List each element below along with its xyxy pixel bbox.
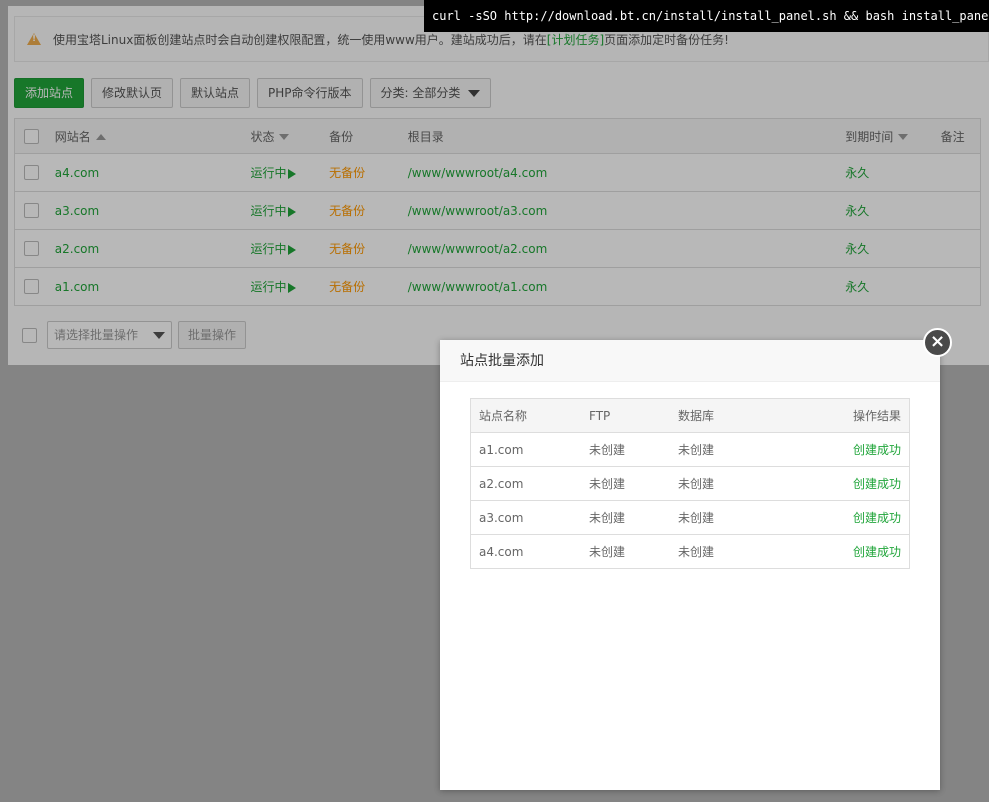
result-status: 创建成功 bbox=[852, 443, 901, 457]
result-ftp: 未创建 bbox=[589, 511, 626, 525]
result-row: a3.com 未创建 未创建 创建成功 bbox=[471, 500, 909, 534]
result-row: a4.com 未创建 未创建 创建成功 bbox=[471, 534, 909, 568]
dialog-title: 站点批量添加 bbox=[440, 340, 940, 382]
result-status: 创建成功 bbox=[852, 545, 901, 559]
header-db: 数据库 bbox=[678, 409, 715, 423]
result-db: 未创建 bbox=[678, 477, 715, 491]
header-result: 操作结果 bbox=[852, 409, 901, 423]
result-status: 创建成功 bbox=[852, 511, 901, 525]
result-status: 创建成功 bbox=[852, 477, 901, 491]
header-ftp: FTP bbox=[589, 408, 611, 423]
header-site: 站点名称 bbox=[479, 409, 528, 423]
result-row: a2.com 未创建 未创建 创建成功 bbox=[471, 466, 909, 500]
result-ftp: 未创建 bbox=[589, 477, 626, 491]
result-site: a2.com bbox=[479, 476, 524, 491]
result-row: a1.com 未创建 未创建 创建成功 bbox=[471, 432, 909, 466]
result-ftp: 未创建 bbox=[589, 545, 626, 559]
batch-add-site-dialog: 站点批量添加 站点名称 FTP 数据库 操作结果 a1.com 未创建 未创建 … bbox=[440, 340, 940, 790]
result-db: 未创建 bbox=[678, 545, 715, 559]
close-icon[interactable]: × bbox=[923, 328, 952, 357]
batch-result-table: 站点名称 FTP 数据库 操作结果 a1.com 未创建 未创建 创建成功 a2… bbox=[470, 398, 910, 569]
terminal-command-bar: curl -sSO http://download.bt.cn/install/… bbox=[424, 0, 989, 32]
result-header-row: 站点名称 FTP 数据库 操作结果 bbox=[471, 399, 909, 432]
result-site: a4.com bbox=[479, 544, 524, 559]
result-site: a3.com bbox=[479, 510, 524, 525]
result-ftp: 未创建 bbox=[589, 443, 626, 457]
result-db: 未创建 bbox=[678, 511, 715, 525]
result-db: 未创建 bbox=[678, 443, 715, 457]
result-site: a1.com bbox=[479, 442, 524, 457]
